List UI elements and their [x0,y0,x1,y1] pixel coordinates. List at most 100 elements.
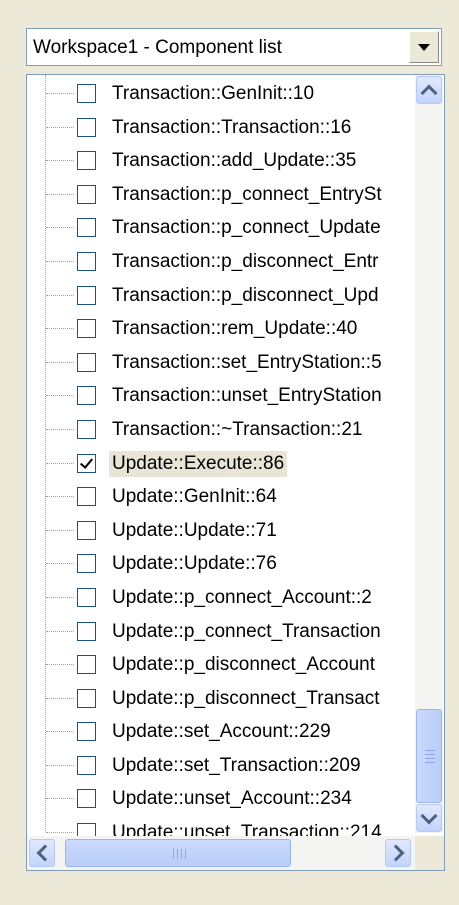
tree-connector [46,260,74,262]
tree-item-label[interactable]: Transaction::p_disconnect_Entr [109,249,382,275]
component-list-select-value: Workspace1 - Component list [33,37,282,58]
tree-connector [46,697,74,699]
tree-rows: Transaction::GenInit::10Transaction::Tra… [27,77,417,870]
tree-connector [46,361,74,363]
tree-connector [46,160,74,162]
tree-connector [46,294,74,296]
tree-item[interactable]: Update::p_connect_Account::2 [27,581,417,615]
tree-item-label[interactable]: Update::p_connect_Transaction [109,619,384,645]
tree-item-label[interactable]: Update::Update::76 [109,551,280,577]
tree-connector [46,731,74,733]
tree-connector [46,832,74,834]
vertical-scroll-thumb[interactable] [416,709,442,803]
tree-item[interactable]: Update::Execute::86 [27,447,417,481]
tree-item-checkbox[interactable] [77,117,96,137]
tree-item-label[interactable]: Transaction::~Transaction::21 [109,417,365,443]
tree-item-checkbox[interactable] [77,285,96,305]
tree-item-label[interactable]: Update::GenInit::64 [109,484,280,510]
tree-item-checkbox[interactable] [77,554,96,574]
tree-connector [46,428,74,430]
tree-item-checkbox[interactable] [77,587,96,607]
grip-icon [177,849,178,859]
tree-item[interactable]: Update::Update::76 [27,547,417,581]
tree-item-checkbox[interactable] [77,386,96,406]
grip-icon [185,849,186,859]
tree-item-label[interactable]: Transaction::p_connect_Update [109,215,384,241]
tree-item-label[interactable]: Update::p_disconnect_Transact [109,686,383,712]
tree-connector [46,798,74,800]
tree-item-checkbox[interactable] [77,453,96,473]
horizontal-scroll-thumb[interactable] [65,839,291,867]
tree-item-label[interactable]: Transaction::p_connect_EntrySt [109,182,385,208]
tree-item-label[interactable]: Transaction::Transaction::16 [109,115,354,141]
tree-item-label[interactable]: Update::p_connect_Account::2 [109,585,375,611]
horizontal-scrollbar[interactable] [27,836,416,870]
tree-item-checkbox[interactable] [77,520,96,540]
tree-item-label[interactable]: Transaction::rem_Update::40 [109,316,360,342]
tree-item[interactable]: Transaction::~Transaction::21 [27,413,417,447]
arrow-up-icon [420,84,438,101]
tree-item-checkbox[interactable] [77,319,96,339]
vertical-scrollbar[interactable] [415,75,443,833]
tree-item[interactable]: Transaction::p_connect_Update [27,211,417,245]
component-list-select[interactable]: Workspace1 - Component list [26,28,442,66]
tree-item-label[interactable]: Update::set_Account::229 [109,719,334,745]
tree-item-label[interactable]: Transaction::add_Update::35 [109,148,359,174]
tree-item-checkbox[interactable] [77,688,96,708]
tree-item[interactable]: Transaction::GenInit::10 [27,77,417,111]
tree-item-checkbox[interactable] [77,352,96,372]
component-tree[interactable]: Transaction::GenInit::10Transaction::Tra… [26,74,445,871]
tree-item[interactable]: Update::unset_Account::234 [27,782,417,816]
tree-item-checkbox[interactable] [77,722,96,742]
tree-item[interactable]: Transaction::unset_EntryStation [27,379,417,413]
tree-item[interactable]: Transaction::add_Update::35 [27,144,417,178]
scroll-up-button[interactable] [416,76,442,104]
tree-item[interactable]: Transaction::p_disconnect_Upd [27,279,417,313]
scroll-right-button[interactable] [385,839,411,867]
tree-item-label[interactable]: Update::unset_Account::234 [109,786,355,812]
tree-item-checkbox[interactable] [77,84,96,103]
tree-item-label[interactable]: Update::Execute::86 [109,450,288,477]
tree-item[interactable]: Update::set_Transaction::209 [27,749,417,783]
combo-dropdown-button[interactable] [409,31,439,63]
grip-icon [425,750,435,751]
tree-item-checkbox[interactable] [77,755,96,775]
tree-item-checkbox[interactable] [77,655,96,675]
chevron-down-icon [418,43,430,51]
tree-item[interactable]: Transaction::rem_Update::40 [27,312,417,346]
tree-item[interactable]: Transaction::p_disconnect_Entr [27,245,417,279]
tree-item-checkbox[interactable] [77,487,96,507]
tree-item[interactable]: Update::p_disconnect_Transact [27,682,417,716]
tree-connector [46,462,74,464]
tree-item-label[interactable]: Transaction::unset_EntryStation [109,383,385,409]
tree-item-checkbox[interactable] [77,621,96,641]
tree-connector [46,529,74,531]
tree-item[interactable]: Update::GenInit::64 [27,480,417,514]
scroll-left-button[interactable] [29,839,55,867]
tree-item[interactable]: Update::set_Account::229 [27,715,417,749]
tree-item-checkbox[interactable] [77,419,96,439]
tree-item[interactable]: Transaction::Transaction::16 [27,111,417,145]
tree-item[interactable]: Update::p_disconnect_Account [27,648,417,682]
tree-item-checkbox[interactable] [77,789,96,809]
tree-item[interactable]: Transaction::set_EntryStation::5 [27,346,417,380]
scroll-down-button[interactable] [416,804,442,832]
tree-item[interactable]: Transaction::p_connect_EntrySt [27,178,417,212]
tree-item-label[interactable]: Update::set_Transaction::209 [109,753,364,779]
tree-item[interactable]: Update::Update::71 [27,514,417,548]
tree-item-label[interactable]: Transaction::set_EntryStation::5 [109,350,385,376]
tree-item-label[interactable]: Update::Update::71 [109,518,280,544]
scrollbar-corner [415,836,444,870]
tree-item-label[interactable]: Update::p_disconnect_Account [109,652,378,678]
grip-icon [173,849,174,859]
tree-item-checkbox[interactable] [77,251,96,271]
tree-connector [46,630,74,632]
tree-item-label[interactable]: Transaction::GenInit::10 [109,81,317,107]
tree-connector [46,328,74,330]
tree-connector [46,193,74,195]
tree-item[interactable]: Update::p_connect_Transaction [27,615,417,649]
tree-item-checkbox[interactable] [77,151,96,171]
tree-item-checkbox[interactable] [77,218,96,238]
tree-item-label[interactable]: Transaction::p_disconnect_Upd [109,283,382,309]
tree-item-checkbox[interactable] [77,184,96,204]
